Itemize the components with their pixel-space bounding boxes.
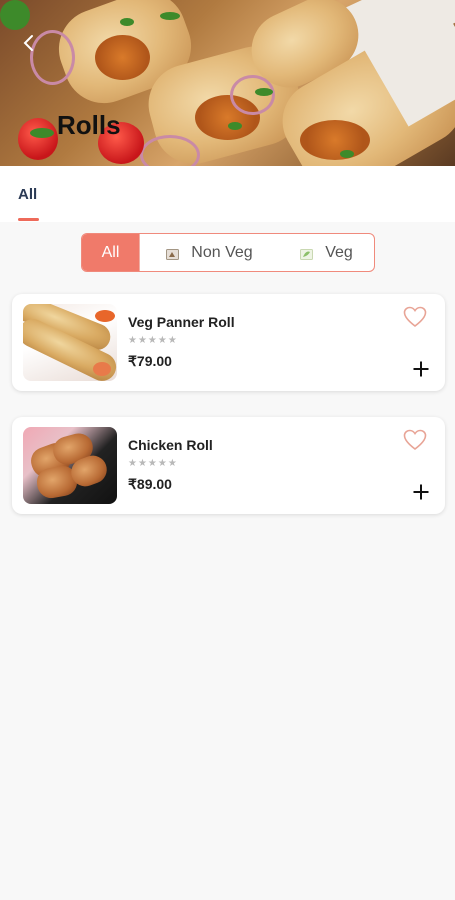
tab-active-indicator [18,218,39,221]
favorite-button[interactable] [403,429,427,451]
item-image [23,427,117,504]
add-to-cart-button[interactable] [412,360,430,378]
hero-banner: Rolls [0,0,455,166]
item-price: ₹79.00 [128,353,172,369]
hero-leaf [160,12,180,20]
filter-non-veg-label: Non Veg [191,243,253,261]
hero-tomato [18,118,58,160]
filter-veg-label: Veg [325,243,353,261]
hero-filling [300,120,370,160]
back-button[interactable] [22,34,42,56]
plus-icon [413,361,429,377]
hero-leaf [340,150,354,158]
chevron-left-icon [23,35,33,51]
hero-leaf [228,122,242,130]
hero-leaf [255,88,273,96]
tab-all[interactable]: All [18,186,37,203]
favorite-button[interactable] [403,306,427,328]
hero-filling [95,35,150,80]
hero-leaf [0,0,30,30]
veg-icon [300,247,314,260]
filter-veg-button[interactable]: Veg [279,234,374,271]
hero-leaf [30,128,54,138]
diet-filter: All Non Veg Veg [81,233,375,272]
hero-leaf [120,18,134,26]
rating-stars: ★★★★★ [128,458,178,469]
menu-item-card[interactable]: Chicken Roll ★★★★★ ₹89.00 [12,417,445,514]
plus-icon [413,484,429,500]
item-name: Veg Panner Roll [128,314,235,330]
filter-all-label: All [101,243,120,261]
item-image [23,304,117,381]
menu-item-card[interactable]: Veg Panner Roll ★★★★★ ₹79.00 [12,294,445,391]
rating-stars: ★★★★★ [128,335,178,346]
filter-all-button[interactable]: All [82,234,139,271]
non-veg-icon [166,247,180,260]
add-to-cart-button[interactable] [412,483,430,501]
item-name: Chicken Roll [128,437,213,453]
page-title: Rolls [57,110,121,140]
heart-outline-icon [403,429,427,451]
heart-outline-icon [403,306,427,328]
category-tab-bar: All [0,166,455,222]
item-price: ₹89.00 [128,476,172,492]
filter-non-veg-button[interactable]: Non Veg [139,234,279,271]
